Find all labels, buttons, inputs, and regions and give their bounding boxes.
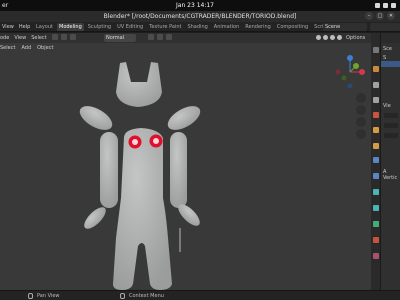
menu-view[interactable]: View — [2, 24, 14, 30]
system-clock[interactable]: Jan 23 14:17 — [176, 2, 214, 9]
right-eye-pupil — [153, 138, 159, 144]
view-label: Vie — [383, 103, 391, 109]
close-button[interactable]: ✕ — [387, 12, 395, 20]
scene-icon[interactable] — [373, 112, 379, 118]
material-icon[interactable] — [373, 237, 379, 243]
tool-icon[interactable] — [373, 47, 379, 53]
data-icon[interactable] — [373, 221, 379, 227]
scene-collection-label: Sce — [383, 46, 392, 52]
tab-layout[interactable]: Layout — [34, 23, 55, 31]
properties-header — [381, 33, 400, 43]
render-icon[interactable] — [373, 66, 379, 72]
tab-texture-paint[interactable]: Texture Paint — [147, 23, 183, 31]
tab-compositing[interactable]: Compositing — [275, 23, 310, 31]
left-arm-mesh — [100, 132, 118, 208]
torso-mesh — [113, 128, 172, 290]
object-icon[interactable] — [373, 143, 379, 149]
property-field[interactable] — [384, 133, 398, 138]
scene-selector[interactable]: Scene — [323, 23, 367, 31]
left-hand-mesh — [84, 207, 106, 229]
right-arm-mesh — [170, 132, 187, 208]
menu-bar: View Help Layout Modeling Sculpting UV E… — [0, 22, 400, 32]
texture-icon[interactable] — [373, 253, 379, 259]
properties-tab-strip — [371, 33, 380, 290]
system-top-bar: er Jan 23 14:17 — [0, 0, 400, 11]
constraint-icon[interactable] — [373, 205, 379, 211]
left-shoulder-mesh — [79, 106, 113, 130]
tab-shading[interactable]: Shading — [185, 23, 209, 31]
mouse-icon — [28, 293, 33, 299]
tab-modeling[interactable]: Modeling — [57, 23, 84, 31]
menu-help[interactable]: Help — [19, 24, 30, 30]
tab-sculpting[interactable]: Sculpting — [86, 23, 113, 31]
window-title: Blender* [/root/Documents/CGTRADER/BLEND… — [103, 13, 297, 20]
view-layer-icon[interactable] — [373, 97, 379, 103]
power-icon[interactable] — [391, 3, 396, 8]
mouse-icon — [120, 293, 125, 299]
minimize-button[interactable]: – — [365, 12, 373, 20]
tab-rendering[interactable]: Rendering — [243, 23, 273, 31]
system-tray[interactable] — [375, 3, 396, 8]
right-hand-mesh — [178, 204, 200, 226]
right-shoulder-mesh — [167, 106, 201, 130]
outliner-selected-row[interactable] — [381, 61, 400, 67]
tab-animation[interactable]: Animation — [212, 23, 242, 31]
maximize-button[interactable]: □ — [376, 12, 384, 20]
volume-icon[interactable] — [383, 3, 388, 8]
window-title-bar[interactable]: Blender* [/root/Documents/CGTRADER/BLEND… — [0, 11, 400, 22]
toroid-character-mesh[interactable] — [0, 33, 371, 290]
network-icon[interactable] — [375, 3, 380, 8]
activities-button[interactable]: er — [2, 2, 8, 9]
physics-icon[interactable] — [373, 189, 379, 195]
vertices-label: Vertic — [383, 175, 398, 181]
world-icon[interactable] — [373, 127, 379, 133]
head-mesh — [116, 62, 162, 107]
output-icon[interactable] — [373, 82, 379, 88]
property-field[interactable] — [384, 113, 398, 118]
3d-viewport[interactable]: ode View Select Normal Options Select Ad… — [0, 33, 371, 290]
wrench-icon[interactable] — [373, 157, 379, 163]
properties-editor[interactable]: Sce S Vie A Vertic — [380, 33, 400, 290]
workspace-tabs: Layout Modeling Sculpting UV Editing Tex… — [34, 23, 338, 31]
particles-icon[interactable] — [373, 173, 379, 179]
property-field[interactable] — [384, 123, 398, 128]
status-bar: Pan View Context Menu — [0, 290, 400, 300]
status-hint-pan: Pan View — [37, 293, 60, 299]
status-hint-context: Context Menu — [129, 293, 164, 299]
view-layer-selector[interactable] — [370, 23, 400, 31]
left-eye-pupil — [132, 139, 138, 145]
tab-uv-editing[interactable]: UV Editing — [115, 23, 145, 31]
